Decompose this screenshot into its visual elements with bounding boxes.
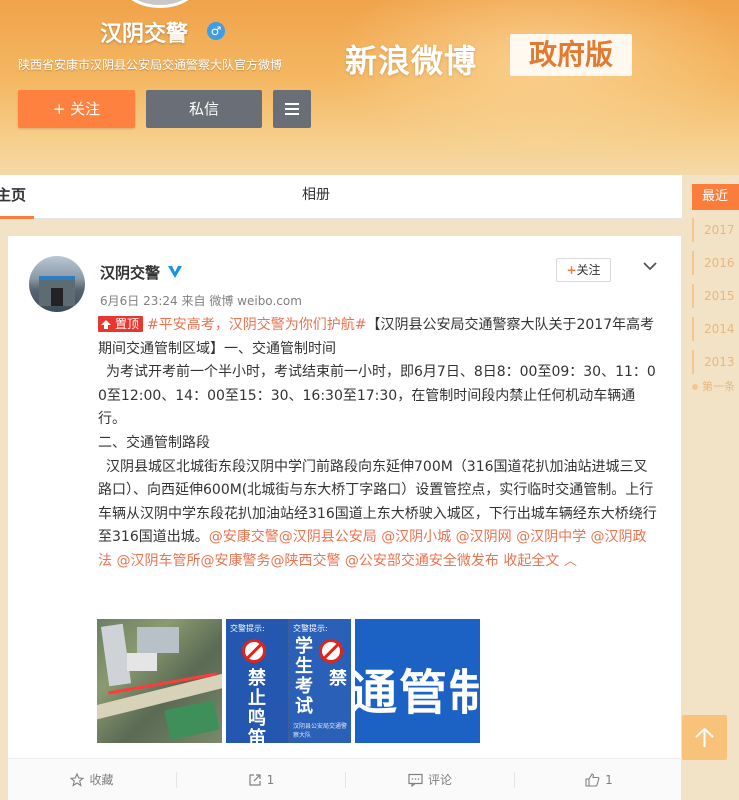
sign-header: 交警提示: <box>230 624 265 633</box>
mention-link[interactable]: @汉阴县公安局 <box>279 529 377 545</box>
favorite-button[interactable]: 收藏 <box>8 759 176 800</box>
post-content: 置顶 #平安高考，汉阴交警为你们护航#【汉阴县公安局交通警察大队关于2017年高考… <box>98 314 660 574</box>
sign-footer: 汉阴县公安局交通警察大队 <box>293 723 348 739</box>
timeline-item-2014[interactable]: 2014 <box>692 317 739 341</box>
mention-link[interactable]: @汉阴车管所 <box>116 553 200 569</box>
mention-link[interactable]: @公安部交通安全微发布 <box>345 553 499 569</box>
card-follow-label: 关注 <box>576 263 601 277</box>
post-action-bar: 收藏 1 评论 1 <box>8 758 681 800</box>
like-button[interactable]: 1 <box>515 759 683 800</box>
tab-home[interactable]: 主页 <box>0 175 34 219</box>
timeline-dot-icon <box>692 384 698 390</box>
avatar-door-shape <box>51 288 63 306</box>
star-icon <box>70 773 85 787</box>
no-sign-icon <box>242 639 266 663</box>
collapse-text-link[interactable]: 收起全文 <box>503 553 559 569</box>
post-meta: 6月6日 23:24 来自 微博 weibo.com <box>100 292 302 309</box>
post-paragraph-3: 二、交通管制路段 <box>98 434 210 451</box>
back-to-top-button[interactable] <box>682 715 727 760</box>
comment-button[interactable]: 评论 <box>346 759 514 800</box>
post-source-prefix: 来自 <box>181 294 206 308</box>
share-count: 1 <box>266 773 275 787</box>
profile-description: 陕西省安康市汉阴县公安局交通警察大队官方微博 <box>18 58 283 72</box>
message-button[interactable]: 私信 <box>146 90 262 128</box>
mention-link[interactable]: @安康交警 <box>209 529 279 545</box>
pinned-label: 置顶 <box>115 317 140 331</box>
post-time[interactable]: 6月6日 23:24 <box>100 294 178 308</box>
timeline-first-label: 第一条 <box>702 380 735 393</box>
traffic-sign-student-exam: 交警提示: 学生考试 禁 汉阴县公安局交通警察大队 <box>289 619 351 743</box>
pinned-badge: 置顶 <box>98 316 144 332</box>
share-button[interactable]: 1 <box>177 759 345 800</box>
sign-vertical-text: 禁止鸣笛 <box>248 668 266 744</box>
sign-vertical-text: 禁 <box>329 669 347 689</box>
mention-link[interactable]: @汉阴小城 <box>381 529 451 545</box>
plus-icon: + <box>566 263 577 277</box>
favorite-label: 收藏 <box>89 773 114 787</box>
timeline-item-recent[interactable]: 最近 <box>692 184 739 210</box>
pin-arrow-icon <box>101 320 111 329</box>
profile-name: 汉阴交警 <box>100 22 189 47</box>
profile-tabbar: 主页 相册 <box>0 175 682 219</box>
chevron-up-icon[interactable]: ︿ <box>564 554 577 569</box>
tab-album[interactable]: 相册 <box>302 175 330 219</box>
post-author-avatar[interactable] <box>29 256 85 312</box>
follow-button[interactable]: + 关注 <box>18 90 135 128</box>
timeline-item-2015[interactable]: 2015 <box>692 284 739 308</box>
post-card: 汉阴交警 6月6日 23:24 来自 微博 weibo.com +关注 置顶 #平… <box>7 235 682 800</box>
post-image-signs[interactable]: 交警提示: 禁止鸣笛 交警提示: 学生考试 禁 汉阴县公安局交通警察大队 <box>226 619 351 743</box>
profile-banner: 汉阴交警 ♂ 陕西省安康市汉阴县公安局交通警察大队官方微博 新浪微博 政府版 +… <box>0 0 739 175</box>
share-icon <box>249 774 261 786</box>
post-image-map[interactable] <box>97 619 222 743</box>
post-image-banner[interactable]: 通管制通 <box>355 619 480 743</box>
mention-link[interactable]: @汉阴网 <box>456 529 512 545</box>
chevron-down-icon[interactable] <box>642 258 658 274</box>
thumbs-up-icon <box>585 773 600 787</box>
map-building-shape <box>137 627 179 653</box>
government-edition-badge: 政府版 <box>510 34 632 76</box>
post-source[interactable]: 微博 weibo.com <box>209 294 302 308</box>
topic-link[interactable]: #平安高考，汉阴交警为你们护航# <box>147 317 366 333</box>
traffic-sign-no-horn: 交警提示: 禁止鸣笛 <box>226 619 288 743</box>
gender-male-icon: ♂ <box>207 22 225 40</box>
weibo-brand-logo: 新浪微博 <box>345 42 478 80</box>
mention-link[interactable]: @汉阴中学 <box>516 529 586 545</box>
comment-label: 评论 <box>427 773 452 787</box>
mention-link[interactable]: @陕西交警 <box>270 553 340 569</box>
timeline-item-2017[interactable]: 2017 <box>692 218 739 242</box>
timeline-item-2013[interactable]: 2013 <box>692 350 739 374</box>
profile-avatar[interactable] <box>118 0 202 8</box>
post-paragraph-2: 为考试开考前一个半小时，考试结束前一小时，即6月7日、8日8：00至09：30、… <box>98 364 656 428</box>
post-author-name[interactable]: 汉阴交警 <box>100 262 160 283</box>
banner-big-text: 通管制通 <box>355 665 480 721</box>
timeline-item-first[interactable]: 第一条 <box>692 378 739 394</box>
map-building-shape <box>127 653 157 671</box>
timeline-item-2016[interactable]: 2016 <box>692 251 739 275</box>
no-sign-icon <box>319 639 343 663</box>
arrow-up-icon <box>695 727 714 747</box>
like-count: 1 <box>605 773 613 787</box>
sign-vertical-text: 学生考试 <box>295 636 313 717</box>
card-follow-button[interactable]: +关注 <box>556 258 611 282</box>
mention-link[interactable]: @安康警务 <box>200 553 270 569</box>
map-field-shape <box>164 700 220 740</box>
comment-icon <box>408 773 423 787</box>
sign-header: 交警提示: <box>293 624 328 633</box>
menu-icon <box>285 102 299 115</box>
more-menu-button[interactable] <box>273 90 311 128</box>
verified-icon <box>168 266 182 278</box>
